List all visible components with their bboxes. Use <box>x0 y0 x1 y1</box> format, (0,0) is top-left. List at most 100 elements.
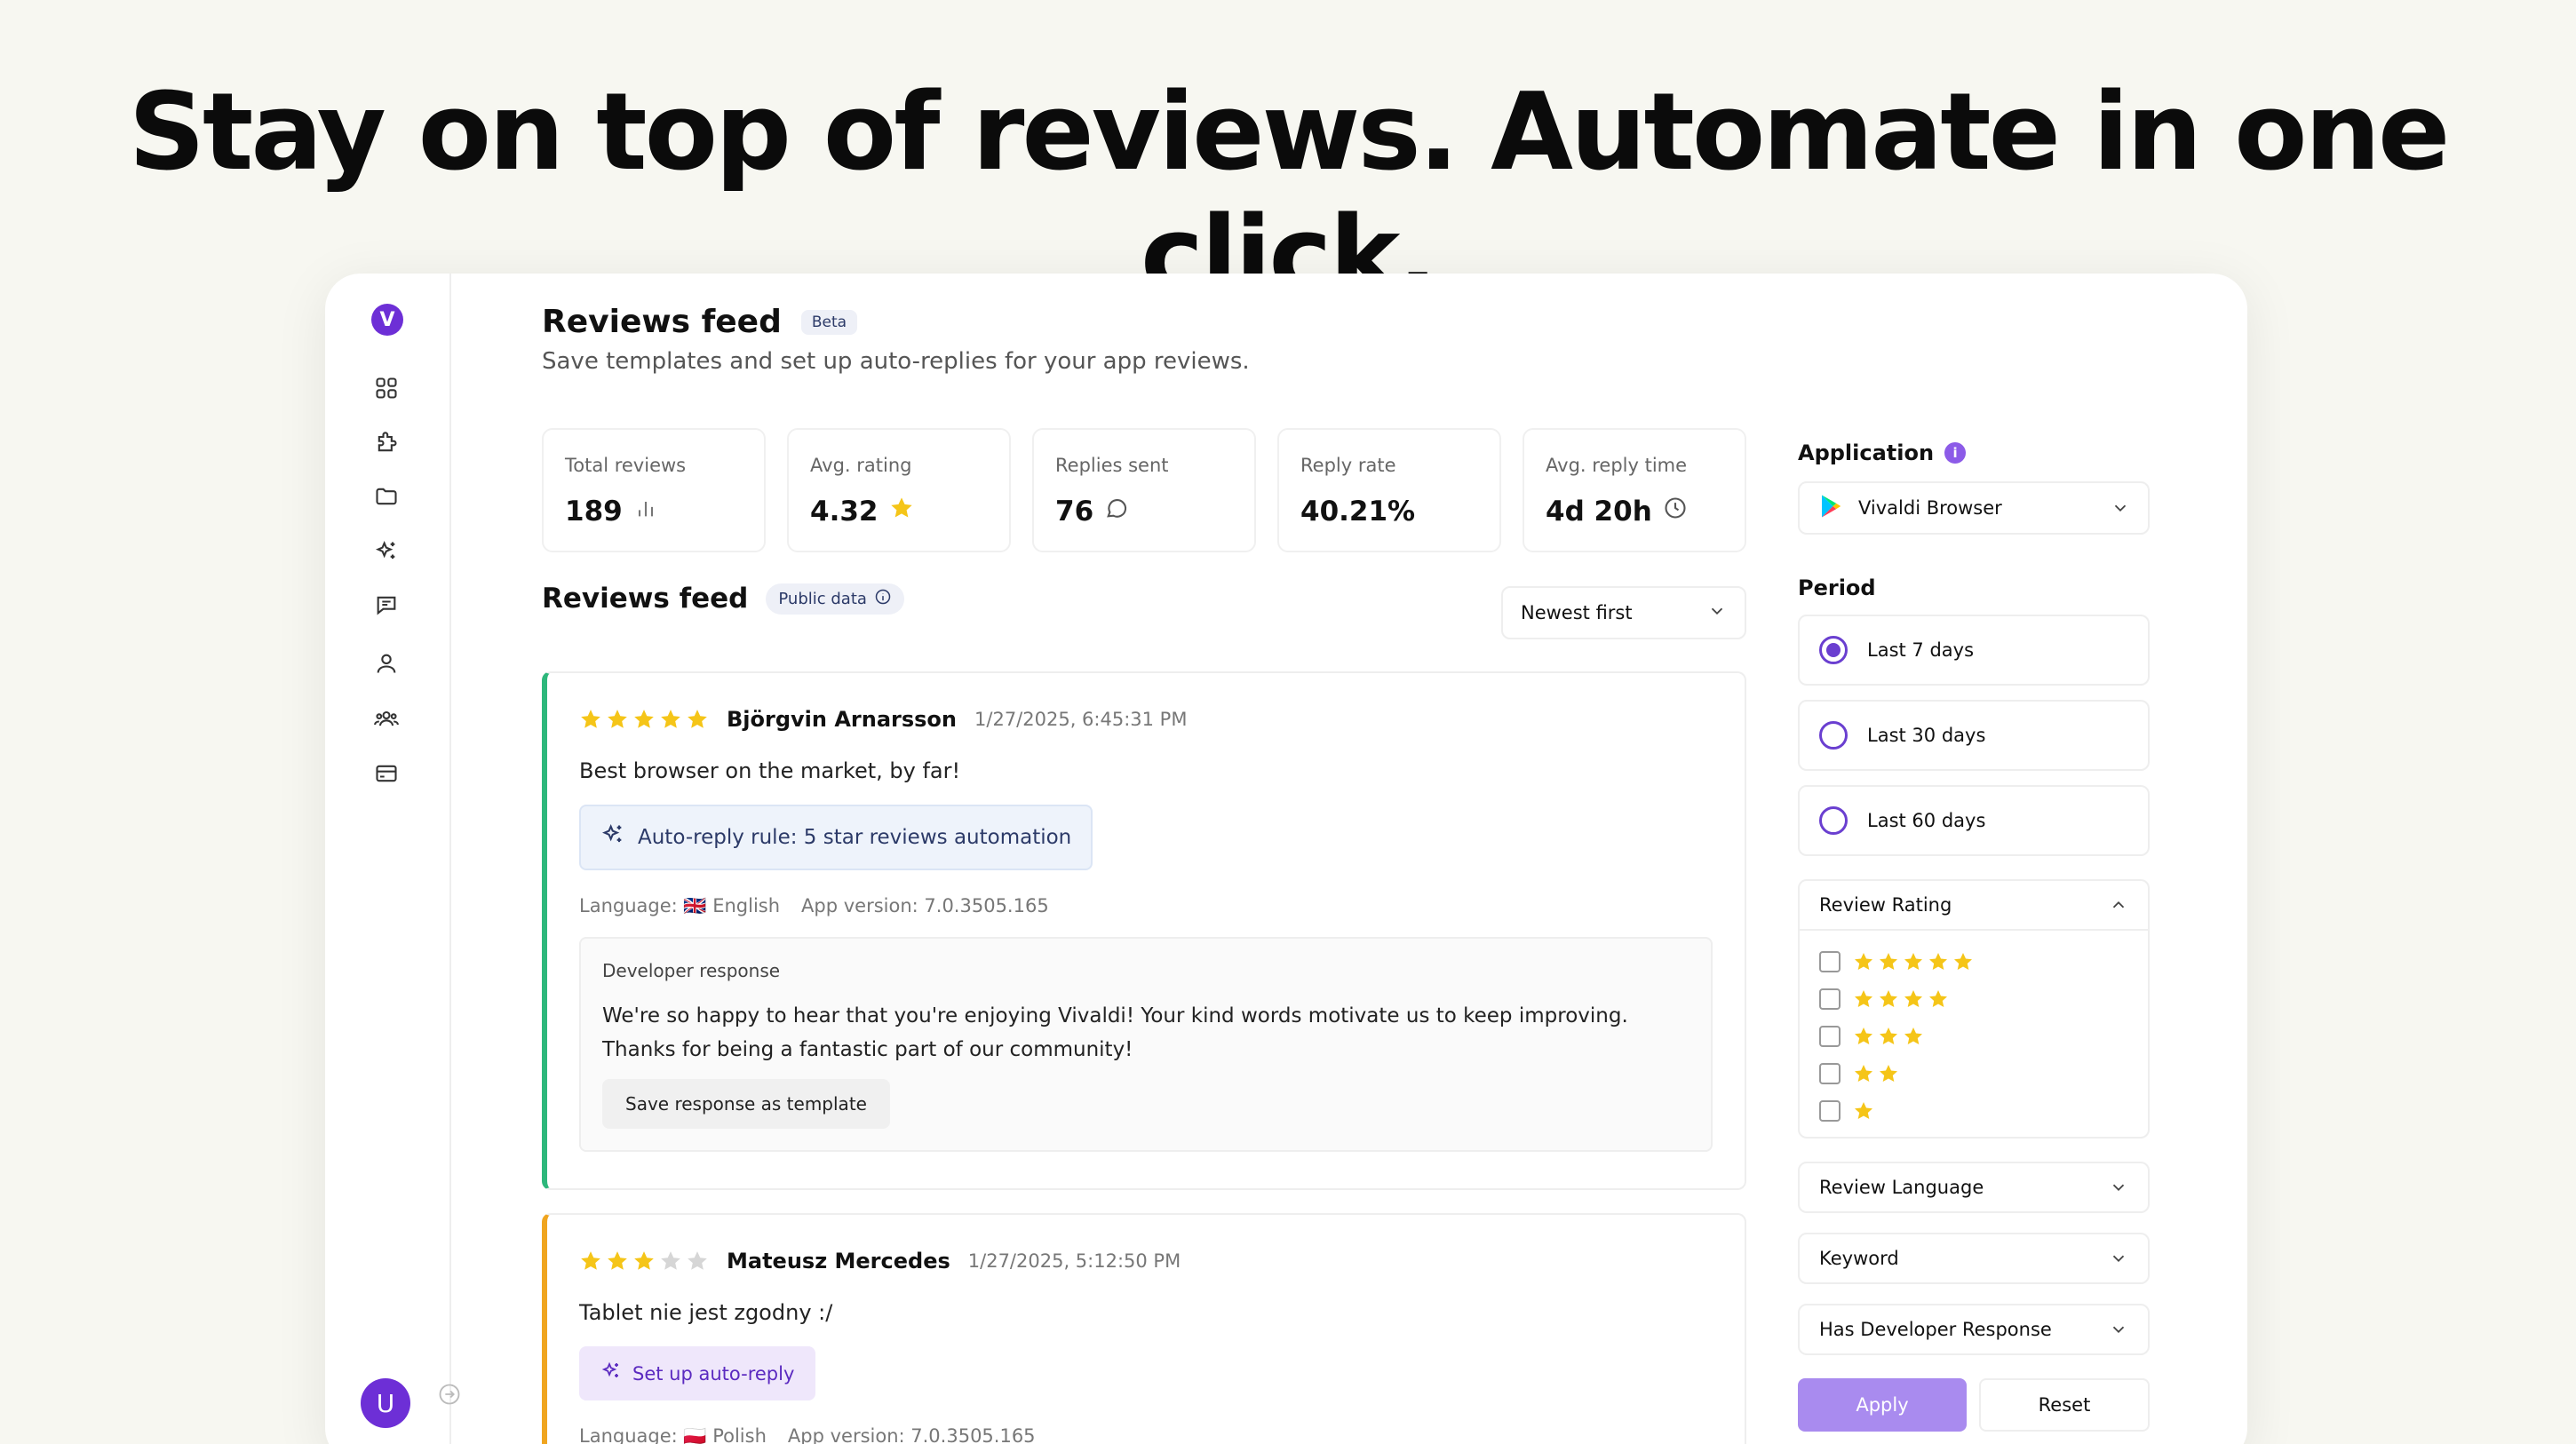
save-template-button[interactable]: Save response as template <box>602 1079 890 1129</box>
star-filled-icon <box>581 710 600 728</box>
info-icon <box>874 588 892 610</box>
star-empty-icon <box>661 1251 680 1270</box>
puzzle-icon[interactable] <box>373 430 400 456</box>
application-label: Application <box>1798 440 1935 465</box>
reviewer-name: Björgvin Arnarsson <box>727 707 958 732</box>
rating-checkbox[interactable] <box>1819 951 1841 972</box>
review-date: 1/27/2025, 5:12:50 PM <box>967 1250 1181 1272</box>
stat-label: Reply rate <box>1300 455 1396 476</box>
stat-value-row: 40.21% <box>1300 496 1478 528</box>
review-stars <box>579 708 709 731</box>
review-rating-accordion: Review Rating <box>1798 879 2150 1139</box>
developer-response-filter[interactable]: Has Developer Response <box>1798 1304 2150 1355</box>
dashboard-icon[interactable] <box>373 375 400 401</box>
rating-option-3[interactable] <box>1819 1018 2128 1055</box>
feed-title: Reviews feed <box>542 583 749 615</box>
bar-chart-icon <box>633 496 658 528</box>
star-filled-icon <box>634 710 654 728</box>
sort-value: Newest first <box>1521 602 1633 623</box>
sparkles-icon[interactable] <box>373 538 400 565</box>
rating-stars <box>1853 1026 1924 1047</box>
app-window: V U Reviews feed Beta Save templates and… <box>325 274 2247 1444</box>
auto-reply-rule-chip[interactable]: Auto-reply rule: 5 star reviews automati… <box>579 805 1093 870</box>
radio-selected[interactable] <box>1819 636 1848 664</box>
chat-icon[interactable] <box>373 591 400 618</box>
star-empty-icon <box>688 1251 707 1270</box>
public-data-label: Public data <box>778 589 867 608</box>
period-option-label: Last 60 days <box>1867 810 1986 831</box>
application-value-row: Vivaldi Browser <box>1817 493 2002 524</box>
star-filled-icon <box>634 1251 654 1270</box>
review-card: Mateusz Mercedes 1/27/2025, 5:12:50 PM T… <box>542 1213 1746 1444</box>
review-text: Tablet nie jest zgodny :/ <box>579 1300 833 1325</box>
collapse-sidebar-icon[interactable] <box>437 1382 462 1407</box>
setup-auto-reply-button[interactable]: Set up auto-reply <box>579 1346 816 1400</box>
application-label-row: Application i <box>1798 440 2150 465</box>
stat-value: 4d 20h <box>1546 496 1652 528</box>
star-filled-icon <box>1929 953 1947 970</box>
beta-badge: Beta <box>800 309 858 335</box>
chevron-down-icon <box>2112 1326 2125 1334</box>
period-option-label: Last 7 days <box>1867 639 1975 661</box>
rating-option-5[interactable] <box>1819 943 2128 980</box>
stat-value-row: 189 <box>565 496 743 528</box>
sidebar: V U <box>325 274 451 1444</box>
review-language-label: Review Language <box>1819 1177 1984 1198</box>
stat-value-row: 4d 20h <box>1546 496 1723 528</box>
period-option-30[interactable]: Last 30 days <box>1798 700 2150 771</box>
review-rating-label: Review Rating <box>1819 894 1952 916</box>
rating-checkbox[interactable] <box>1819 1100 1841 1122</box>
review-language-filter[interactable]: Review Language <box>1798 1162 2150 1213</box>
star-filled-icon <box>608 1251 627 1270</box>
user-avatar[interactable]: U <box>361 1378 410 1428</box>
radio[interactable] <box>1819 721 1848 750</box>
rating-checkbox[interactable] <box>1819 988 1841 1010</box>
credit-card-icon[interactable] <box>373 760 400 787</box>
application-value: Vivaldi Browser <box>1858 497 2002 519</box>
reset-button[interactable]: Reset <box>1979 1378 2150 1432</box>
info-icon[interactable]: i <box>1944 442 1967 464</box>
review-head: Mateusz Mercedes 1/27/2025, 5:12:50 PM <box>579 1249 1713 1273</box>
google-play-icon <box>1817 493 1844 524</box>
review-date: 1/27/2025, 6:45:31 PM <box>974 709 1188 730</box>
rating-option-2[interactable] <box>1819 1055 2128 1092</box>
keyword-label: Keyword <box>1819 1248 1899 1269</box>
developer-response-filter-label: Has Developer Response <box>1819 1319 2052 1340</box>
review-card: Björgvin Arnarsson 1/27/2025, 6:45:31 PM… <box>542 671 1746 1190</box>
stat-replies-sent: Replies sent 76 <box>1032 428 1256 552</box>
rating-checkbox[interactable] <box>1819 1063 1841 1084</box>
page-subtitle: Save templates and set up auto-replies f… <box>542 348 1250 375</box>
reviewer-name: Mateusz Mercedes <box>727 1249 950 1273</box>
app-logo[interactable]: V <box>371 304 403 336</box>
stat-avg-rating: Avg. rating 4.32 <box>787 428 1011 552</box>
keyword-filter[interactable]: Keyword <box>1798 1233 2150 1284</box>
filter-buttons: Apply Reset <box>1798 1378 2150 1432</box>
star-icon <box>889 496 914 528</box>
period-option-7[interactable]: Last 7 days <box>1798 615 2150 686</box>
sort-select[interactable]: Newest first <box>1501 586 1746 639</box>
public-data-badge[interactable]: Public data <box>766 583 904 615</box>
chevron-down-icon <box>2114 504 2127 512</box>
star-filled-icon <box>1929 990 1947 1007</box>
rating-option-1[interactable] <box>1819 1092 2128 1130</box>
rating-option-4[interactable] <box>1819 980 2128 1018</box>
folder-icon[interactable] <box>373 483 400 510</box>
star-filled-icon <box>1954 953 1972 970</box>
application-select[interactable]: Vivaldi Browser <box>1798 481 2150 535</box>
review-rating-header[interactable]: Review Rating <box>1800 881 2148 929</box>
developer-response-box: Developer response We're so happy to hea… <box>579 937 1713 1152</box>
review-meta: Language: 🇬🇧 English App version: 7.0.35… <box>579 895 1713 917</box>
stat-value: 189 <box>565 496 623 528</box>
period-option-60[interactable]: Last 60 days <box>1798 785 2150 856</box>
sparkles-icon <box>600 1361 622 1386</box>
rating-checkbox[interactable] <box>1819 1026 1841 1047</box>
team-icon[interactable] <box>373 705 400 732</box>
apply-button[interactable]: Apply <box>1798 1378 1967 1432</box>
stat-label: Avg. rating <box>810 455 912 476</box>
star-filled-icon <box>1855 990 1872 1007</box>
user-icon[interactable] <box>373 650 400 677</box>
review-language: Language: 🇵🇱 Polish <box>579 1425 767 1444</box>
setup-auto-reply-label: Set up auto-reply <box>632 1362 795 1384</box>
stat-value: 40.21% <box>1300 496 1416 528</box>
radio[interactable] <box>1819 806 1848 835</box>
